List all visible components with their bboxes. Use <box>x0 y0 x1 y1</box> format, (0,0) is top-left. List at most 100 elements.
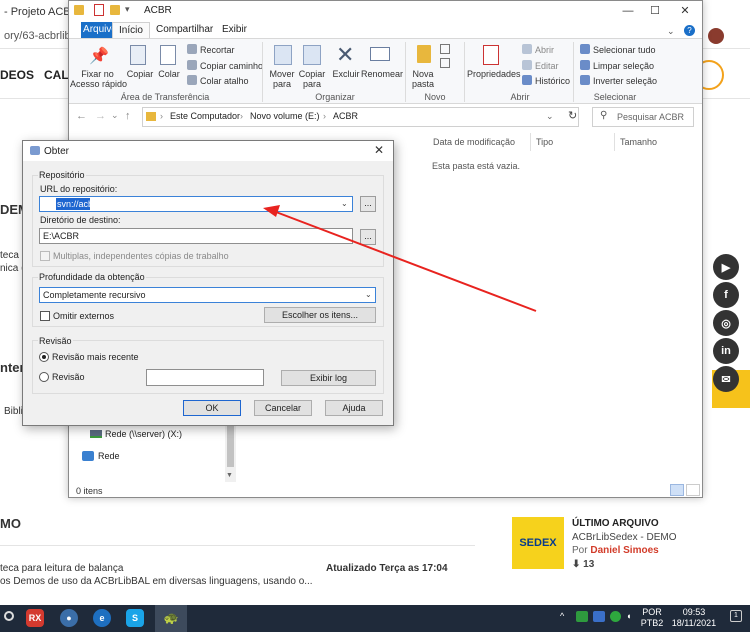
facebook-icon[interactable]: f <box>713 282 739 308</box>
properties-button[interactable]: Propriedades <box>467 69 521 79</box>
revision-radio[interactable] <box>39 372 49 382</box>
column-date-modified[interactable]: Data de modificação <box>433 137 515 147</box>
linkedin-icon[interactable]: in <box>713 338 739 364</box>
depth-select[interactable]: Completamente recursivo <box>39 287 376 303</box>
database-app-icon[interactable]: ● <box>60 609 78 627</box>
column-type[interactable]: Tipo <box>536 137 553 147</box>
tray-chevron-icon[interactable]: ^ <box>560 611 564 621</box>
large-icons-view-icon[interactable] <box>686 484 700 496</box>
latest-revision-label: Revisão mais recente <box>52 352 139 362</box>
invert-selection-button[interactable]: Inverter seleção <box>580 75 657 86</box>
recent-chevron-icon[interactable]: ⌄ <box>111 110 119 121</box>
help-button[interactable]: Ajuda <box>325 400 383 416</box>
language-indicator[interactable]: POR PTB2 <box>640 607 664 629</box>
chevron-down-icon[interactable]: ⌄ <box>341 199 348 208</box>
radio-selected-dot <box>42 355 46 359</box>
quick-access-chevron-icon[interactable]: ▾ <box>125 4 130 15</box>
address-dropdown-icon[interactable]: ⌄ <box>546 111 554 122</box>
paste-shortcut-button[interactable]: Colar atalho <box>187 75 249 86</box>
chevron-down-icon[interactable]: ⌄ <box>365 290 372 299</box>
browser-url[interactable]: ory/63-acbrlib- <box>4 30 74 42</box>
pin-quick-access-button[interactable]: Fixar no Acesso rápido <box>70 69 127 89</box>
breadcrumb-this-pc[interactable]: Este Computador <box>170 111 240 121</box>
divider <box>530 133 531 151</box>
notification-icon[interactable]: 1 <box>730 610 742 622</box>
nav-item-network-drive[interactable]: Rede (\\server) (X:) <box>105 429 182 439</box>
tab-home[interactable]: Início <box>112 22 150 38</box>
nav-videos[interactable]: DEOS <box>0 68 34 82</box>
breadcrumb-sep-icon: › <box>323 111 326 121</box>
properties-icon[interactable] <box>94 4 104 16</box>
maximize-button[interactable]: ☐ <box>645 3 665 19</box>
youtube-icon[interactable]: ▶ <box>713 254 739 280</box>
browser-tab-title[interactable]: - Projeto ACBr <box>4 6 74 18</box>
revision-input[interactable] <box>146 369 264 386</box>
nav-item-network[interactable]: Rede <box>98 451 120 461</box>
rename-button[interactable]: Renomear <box>361 69 403 79</box>
clear-selection-button[interactable]: Limpar seleção <box>580 60 654 71</box>
ok-button[interactable]: OK <box>183 400 241 416</box>
breadcrumb-volume[interactable]: Novo volume (E:) <box>250 111 320 121</box>
close-button[interactable]: ✕ <box>675 3 695 19</box>
edge-icon[interactable]: e <box>93 609 111 627</box>
card-author[interactable]: Daniel Simoes <box>590 545 658 556</box>
multiple-copies-checkbox[interactable] <box>40 251 50 261</box>
tray-check-icon[interactable] <box>610 611 621 622</box>
copy-path-button[interactable]: Copiar caminho <box>187 60 263 71</box>
breadcrumb-sep-icon: › <box>160 111 163 121</box>
delete-button[interactable]: Excluir <box>331 69 361 79</box>
back-icon[interactable]: ← <box>76 110 87 122</box>
ribbon-collapse-icon[interactable]: ⌄ <box>667 26 675 37</box>
copy-button[interactable]: Copiar <box>126 69 154 79</box>
search-icon[interactable] <box>4 611 14 621</box>
move-to-button[interactable]: Mover para <box>267 69 297 89</box>
tray-app-icon[interactable] <box>576 611 588 622</box>
cancel-button[interactable]: Cancelar <box>254 400 312 416</box>
destination-input[interactable]: E:\ACBR <box>39 228 353 244</box>
breadcrumb-acbr[interactable]: ACBR <box>333 111 358 121</box>
email-icon[interactable]: ✉ <box>713 366 739 392</box>
browse-destination-button[interactable]: ... <box>360 229 376 245</box>
column-size[interactable]: Tamanho <box>620 137 657 147</box>
browse-url-button[interactable]: ... <box>360 196 376 212</box>
card-subtitle[interactable]: ACBrLibSedex - DEMO <box>572 532 676 543</box>
tab-share[interactable]: Compartilhar <box>150 22 219 38</box>
select-all-button[interactable]: Selecionar tudo <box>580 44 656 55</box>
open-button[interactable]: Abrir <box>522 44 554 55</box>
network-icon <box>82 451 94 461</box>
easy-access-icon[interactable] <box>440 58 450 68</box>
help-icon[interactable]: ? <box>684 25 695 36</box>
properties-big-icon <box>483 45 499 65</box>
new-folder-button[interactable]: Nova pasta <box>408 69 438 89</box>
tray-app-icon[interactable] <box>593 611 605 622</box>
history-button[interactable]: Histórico <box>522 75 570 86</box>
forward-icon[interactable]: → <box>95 110 106 122</box>
show-log-button[interactable]: Exibir log <box>281 370 376 386</box>
clock[interactable]: 09:53 18/11/2021 <box>668 607 720 629</box>
refresh-icon[interactable]: ↻ <box>568 109 577 122</box>
tab-view[interactable]: Exibir <box>216 22 253 38</box>
scroll-down-icon[interactable]: ▼ <box>226 472 233 479</box>
paste-icon <box>160 45 176 65</box>
skype-icon[interactable]: S <box>126 609 144 627</box>
edit-button[interactable]: Editar <box>522 60 559 71</box>
omit-externals-checkbox[interactable] <box>40 311 50 321</box>
dialog-close-button[interactable]: ✕ <box>374 143 384 157</box>
avatar[interactable] <box>708 28 724 44</box>
speaker-icon[interactable]: ◖ <box>626 611 631 621</box>
taskbar <box>0 605 750 632</box>
new-item-icon[interactable] <box>440 44 450 54</box>
separator <box>262 42 263 102</box>
item-description: teca para leitura de balança <box>0 563 124 574</box>
paste-button[interactable]: Colar <box>155 69 183 79</box>
instagram-icon[interactable]: ◎ <box>713 310 739 336</box>
up-icon[interactable]: ↑ <box>125 110 131 122</box>
cut-button[interactable]: Recortar <box>187 44 235 55</box>
minimize-button[interactable]: — <box>618 3 638 19</box>
copy-to-button[interactable]: Copiar para <box>297 69 327 89</box>
new-folder-icon[interactable] <box>110 5 120 15</box>
nav-cal[interactable]: CAL <box>44 68 69 82</box>
rx-app-icon[interactable]: RX <box>26 609 44 627</box>
choose-items-button[interactable]: Escolher os itens... <box>264 307 376 323</box>
details-view-icon[interactable] <box>670 484 684 496</box>
